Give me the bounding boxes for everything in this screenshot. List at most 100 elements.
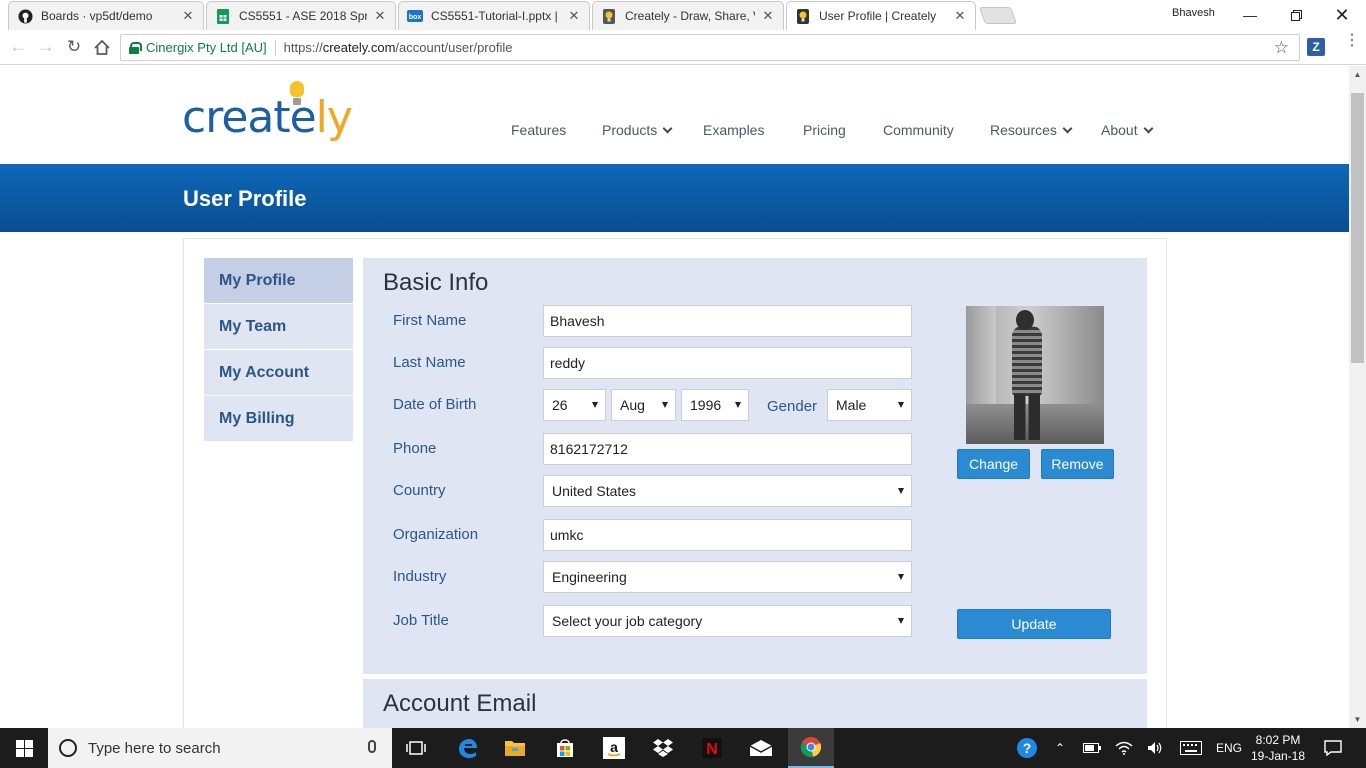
scrollbar-thumb[interactable] <box>1351 93 1364 363</box>
tab-close-icon[interactable]: ✕ <box>761 8 775 24</box>
windows-start-icon[interactable] <box>0 728 48 768</box>
help-icon[interactable]: ? <box>1012 728 1042 768</box>
last-name-field[interactable]: reddy <box>543 347 912 379</box>
browser-menu-icon[interactable]: ⋮ <box>1344 33 1360 49</box>
phone-label: Phone <box>393 440 437 457</box>
tab-box-pptx[interactable]: box CS5551-Tutorial-I.pptx | B ✕ <box>398 1 590 30</box>
chrome-taskbar-icon[interactable] <box>788 728 834 768</box>
amazon-icon[interactable]: a <box>594 728 634 768</box>
close-window-icon[interactable]: ✕ <box>1319 0 1365 30</box>
chevron-down-icon <box>1062 123 1073 133</box>
nav-examples[interactable]: Examples <box>703 122 764 138</box>
select-value: 1996 <box>690 397 722 413</box>
site-header: creately Features Products Examples Pric… <box>0 66 1349 164</box>
dob-day-select[interactable]: 26 <box>543 389 606 421</box>
tab-github-boards[interactable]: Boards · vp5dt/demo ✕ <box>8 1 204 30</box>
last-name-label: Last Name <box>393 354 466 371</box>
tab-close-icon[interactable]: ✕ <box>181 8 195 24</box>
restore-icon[interactable] <box>1273 0 1319 30</box>
store-icon[interactable] <box>544 728 586 768</box>
nav-label: Products <box>602 122 658 138</box>
clock-date: 19-Jan-18 <box>1250 749 1306 763</box>
chevron-down-icon <box>662 123 673 133</box>
phone-field[interactable]: 8162172712 <box>543 433 912 465</box>
page-title: User Profile <box>183 186 307 211</box>
nav-features[interactable]: Features <box>511 122 566 138</box>
country-label: Country <box>393 482 446 499</box>
show-hidden-icons-icon[interactable]: ⌃ <box>1048 728 1072 768</box>
nav-products[interactable]: Products <box>602 122 673 138</box>
page-scrollbar[interactable]: ▲ ▼ <box>1349 66 1366 728</box>
nav-community[interactable]: Community <box>883 122 954 138</box>
nav-pricing[interactable]: Pricing <box>803 122 846 138</box>
zotero-extension-icon[interactable]: Z <box>1307 38 1325 56</box>
sidebar-item-my-billing[interactable]: My Billing <box>204 396 353 441</box>
mail-icon[interactable] <box>740 728 782 768</box>
netflix-icon[interactable]: N <box>692 728 732 768</box>
caret-down-icon <box>592 402 598 408</box>
page-viewport: creately Features Products Examples Pric… <box>0 66 1349 728</box>
tab-close-icon[interactable]: ✕ <box>953 8 967 24</box>
update-button[interactable]: Update <box>957 609 1111 639</box>
country-select[interactable]: United States <box>543 475 912 507</box>
select-value: Select your job category <box>552 613 703 629</box>
select-value: Engineering <box>552 569 627 585</box>
change-photo-button[interactable]: Change <box>957 449 1030 479</box>
volume-icon[interactable] <box>1143 728 1167 768</box>
dropbox-icon[interactable] <box>642 728 684 768</box>
industry-label: Industry <box>393 568 447 585</box>
dob-month-select[interactable]: Aug <box>611 389 676 421</box>
dob-year-select[interactable]: 1996 <box>681 389 749 421</box>
forward-arrow-icon[interactable]: → <box>35 36 57 58</box>
basic-info-title: Basic Info <box>383 269 489 296</box>
job-title-select[interactable]: Select your job category <box>543 605 912 637</box>
reload-icon[interactable]: ↻ <box>63 36 85 58</box>
battery-icon[interactable] <box>1080 728 1104 768</box>
address-bar[interactable]: Cinergix Pty Ltd [AU] https://creately.c… <box>120 34 1300 61</box>
action-center-icon[interactable] <box>1318 728 1348 768</box>
home-icon[interactable] <box>91 36 113 58</box>
tab-google-sheets[interactable]: CS5551 - ASE 2018 Sprin ✕ <box>206 1 396 30</box>
file-explorer-icon[interactable] <box>494 728 536 768</box>
secure-organization[interactable]: Cinergix Pty Ltd [AU] <box>146 40 267 55</box>
svg-text:?: ? <box>1023 740 1032 756</box>
svg-text:N: N <box>706 741 718 758</box>
url-path: /account/user/profile <box>395 40 513 55</box>
scroll-down-arrow-icon[interactable]: ▼ <box>1349 711 1366 728</box>
omnibox-separator <box>274 39 276 56</box>
task-view-icon[interactable] <box>396 728 436 768</box>
input-language-indicator[interactable]: ENG <box>1212 728 1246 768</box>
select-value: Aug <box>620 397 645 413</box>
taskbar-search-box[interactable]: Type here to search <box>48 728 392 768</box>
tab-user-profile[interactable]: User Profile | Creately ✕ <box>786 1 976 30</box>
system-clock[interactable]: 8:02 PM 19-Jan-18 <box>1248 732 1308 764</box>
bookmark-star-icon[interactable]: ☆ <box>1274 38 1289 58</box>
nav-about[interactable]: About <box>1101 122 1154 138</box>
new-tab-button[interactable] <box>978 7 1018 24</box>
nav-label: About <box>1101 122 1138 138</box>
sidebar-item-my-profile[interactable]: My Profile <box>204 258 353 303</box>
tab-title: Creately - Draw, Share, V <box>625 9 755 23</box>
url-text[interactable]: https://creately.com/account/user/profil… <box>284 40 513 55</box>
nav-resources[interactable]: Resources <box>990 122 1073 138</box>
touch-keyboard-icon[interactable] <box>1176 728 1206 768</box>
minimize-icon[interactable]: — <box>1227 0 1273 30</box>
organization-field[interactable]: umkc <box>543 519 912 551</box>
tab-close-icon[interactable]: ✕ <box>373 8 387 24</box>
browser-profile-name[interactable]: Bhavesh <box>1172 7 1215 19</box>
remove-photo-button[interactable]: Remove <box>1041 449 1114 479</box>
edge-browser-icon[interactable] <box>446 728 488 768</box>
microphone-icon[interactable] <box>368 740 376 753</box>
back-arrow-icon[interactable]: ← <box>7 36 29 58</box>
industry-select[interactable]: Engineering <box>543 561 912 593</box>
tab-close-icon[interactable]: ✕ <box>567 8 581 24</box>
first-name-field[interactable]: Bhavesh <box>543 305 912 337</box>
select-value: United States <box>552 483 637 499</box>
gender-select[interactable]: Male <box>827 389 912 421</box>
tab-creately-home[interactable]: Creately - Draw, Share, V ✕ <box>592 1 784 30</box>
creately-logo[interactable]: creately <box>182 96 353 140</box>
wifi-icon[interactable] <box>1112 728 1136 768</box>
scroll-up-arrow-icon[interactable]: ▲ <box>1349 66 1366 83</box>
sidebar-item-my-account[interactable]: My Account <box>204 350 353 395</box>
sidebar-item-my-team[interactable]: My Team <box>204 304 353 349</box>
